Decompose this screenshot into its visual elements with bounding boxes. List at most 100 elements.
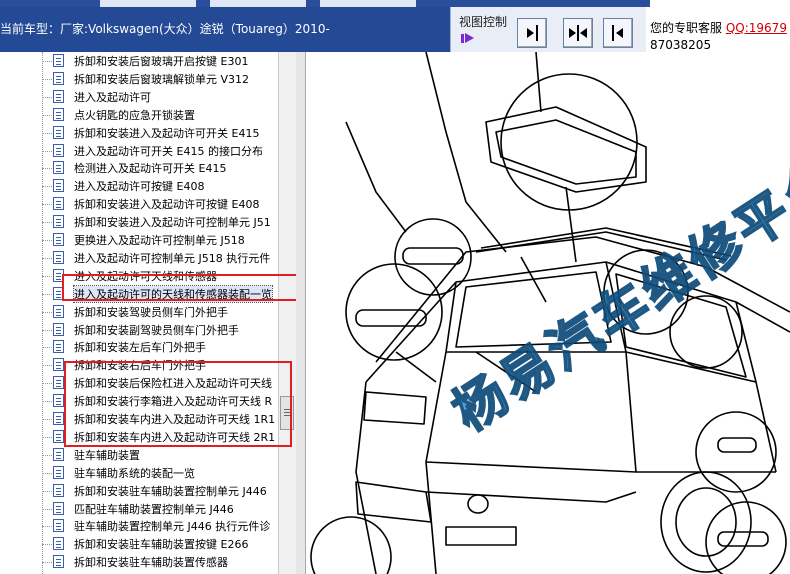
tree-item[interactable]: 驻车辅助装置 [42, 446, 292, 464]
document-icon [53, 394, 64, 408]
document-icon [53, 519, 64, 533]
tree-item-label: 检测进入及起动许可开关 E415 [74, 162, 227, 176]
tree-item[interactable]: 拆卸和安装进入及起动许可开关 E415 [42, 124, 292, 142]
tree-item[interactable]: 匹配驻车辅助装置控制单元 J446 [42, 500, 292, 518]
highlight-box-group [64, 361, 292, 447]
tree-item-label: 拆卸和安装进入及起动许可控制单元 J51 [74, 216, 271, 230]
highlight-box-single [62, 274, 296, 301]
tree-connector [42, 61, 52, 62]
document-icon [53, 107, 64, 121]
view-control-icon [461, 33, 474, 43]
tree-item[interactable]: 拆卸和安装副驾驶员侧车门外把手 [42, 321, 292, 339]
tree-item[interactable]: 点火钥匙的应急开锁装置 [42, 106, 292, 124]
tree-connector [42, 150, 52, 152]
tree-item[interactable]: 拆卸和安装进入及起动许可控制单元 J51 [42, 213, 292, 231]
diagram-viewer: 杨易汽车维修平台 [306, 52, 790, 574]
tree-item[interactable]: 拆卸和安装驻车辅助装置传感器 [42, 553, 292, 571]
top-tab[interactable] [320, 0, 416, 7]
tree-item-label: 拆卸和安装副驾驶员侧车门外把手 [74, 323, 239, 337]
tree-connector [42, 114, 52, 116]
tree-connector [42, 419, 52, 420]
document-tree: 拆卸和安装后窗玻璃开启按键 E301 拆卸和安装后窗玻璃解锁单元 V312 进入及起… [0, 52, 297, 574]
tree-item[interactable]: 更换进入及起动许可控制单元 J518 [42, 231, 292, 249]
tree-item[interactable]: 拆卸和安装驾驶员侧车门外把手 [42, 303, 292, 321]
tree-connector [42, 132, 52, 134]
view-control-label: 视图控制 [459, 15, 508, 29]
tree-connector [42, 293, 52, 295]
document-icon [53, 376, 64, 390]
document-icon [53, 89, 64, 103]
tree-item[interactable]: 驻车辅助装置控制单元 J446 执行元件诊 [42, 517, 292, 535]
tree-connector [42, 490, 52, 492]
view-control-panel: 视图控制 [450, 7, 647, 52]
tree-item[interactable]: 拆卸和安装驻车辅助装置按键 E266 [42, 535, 292, 553]
tree-item-label: 拆卸和安装进入及起动许可开关 E415 [74, 126, 260, 140]
tree-item-label: 匹配驻车辅助装置控制单元 J446 [74, 502, 234, 516]
tree-connector [42, 508, 52, 510]
service-phone: 87038205 [650, 38, 712, 52]
tree-item[interactable]: 进入及起动许可控制单元 J518 执行元件 [42, 249, 292, 267]
tree-connector [42, 562, 52, 564]
customer-service-panel: 您的专职客服 QQ:19679 87038205 [646, 7, 790, 52]
document-icon [53, 179, 64, 193]
document-icon [53, 340, 64, 354]
top-tab[interactable] [100, 0, 196, 7]
tree-connector [42, 96, 52, 98]
tree-item-label: 进入及起动许可 [74, 90, 151, 104]
split-view-button[interactable] [563, 18, 593, 48]
tree-connector [42, 454, 52, 456]
document-icon [53, 161, 64, 175]
tree-item[interactable]: 进入及起动许可开关 E415 的接口分布 [42, 142, 292, 160]
document-icon [53, 465, 64, 479]
document-icon [53, 125, 64, 139]
tree-item[interactable]: 进入及起动许可按键 E408 [42, 177, 292, 195]
top-tab[interactable] [210, 0, 306, 7]
tree-item-label: 拆卸和安装左后车门外把手 [74, 341, 206, 355]
tree-item-label: 进入及起动许可按键 E408 [74, 180, 205, 194]
tree-connector [42, 204, 52, 206]
service-qq-link[interactable]: QQ:19679 [726, 21, 787, 35]
tree-connector [42, 186, 52, 188]
tree-connector [42, 401, 52, 403]
tree-item-label: 拆卸和安装驻车辅助装置传感器 [74, 556, 228, 570]
tree-connector [42, 275, 52, 277]
tree-item[interactable]: 拆卸和安装后窗玻璃开启按键 E301 [42, 52, 292, 70]
tree-connector [42, 383, 52, 385]
tree-item-label: 拆卸和安装驾驶员侧车门外把手 [74, 305, 228, 319]
document-icon [53, 358, 64, 372]
tree-item[interactable]: 拆卸和安装驻车辅助装置控制单元 J446 [42, 482, 292, 500]
top-bar: 当前车型：厂家:Volkswagen(大众）途锐（Touareg）2010- 视… [0, 0, 790, 52]
tree-connector [42, 436, 52, 438]
tree-item-label: 进入及起动许可控制单元 J518 执行元件 [74, 251, 271, 265]
tree-scrollbar[interactable] [278, 52, 296, 574]
expand-left-button[interactable] [603, 18, 633, 48]
tree-item[interactable]: 拆卸和安装进入及起动许可按键 E408 [42, 195, 292, 213]
tree-connector [42, 311, 52, 313]
tree-connector [42, 257, 52, 259]
expand-right-button[interactable] [517, 18, 547, 48]
service-label: 您的专职客服 [650, 21, 723, 35]
pane-splitter[interactable] [296, 52, 306, 574]
document-icon [53, 215, 64, 229]
tree-connector [42, 365, 52, 367]
document-icon [53, 447, 64, 461]
document-icon [53, 54, 64, 67]
tree-connector [42, 347, 52, 349]
document-icon [53, 71, 64, 85]
tree-connector [42, 240, 52, 241]
current-model-text: 当前车型：厂家:Volkswagen(大众）途锐（Touareg）2010- [0, 22, 330, 36]
tree-connector [42, 78, 52, 80]
tree-connector [42, 168, 52, 170]
tree-item-label: 拆卸和安装驻车辅助装置控制单元 J446 [74, 484, 267, 498]
document-icon [53, 555, 64, 569]
tree-item-label: 驻车辅助装置 [74, 448, 140, 462]
tree-item[interactable]: 拆卸和安装左后车门外把手 [42, 338, 292, 356]
tree-item[interactable]: 检测进入及起动许可开关 E415 [42, 159, 292, 177]
tree-item[interactable]: 驻车辅助系统的装配一览 [42, 464, 292, 482]
tree-item[interactable]: 进入及起动许可 [42, 88, 292, 106]
document-icon [53, 537, 64, 551]
tree-connector [42, 544, 52, 546]
tree-item[interactable]: 拆卸和安装后窗玻璃解锁单元 V312 [42, 70, 292, 88]
document-icon [53, 304, 64, 318]
tree-item-label: 拆卸和安装后窗玻璃解锁单元 V312 [74, 72, 250, 86]
